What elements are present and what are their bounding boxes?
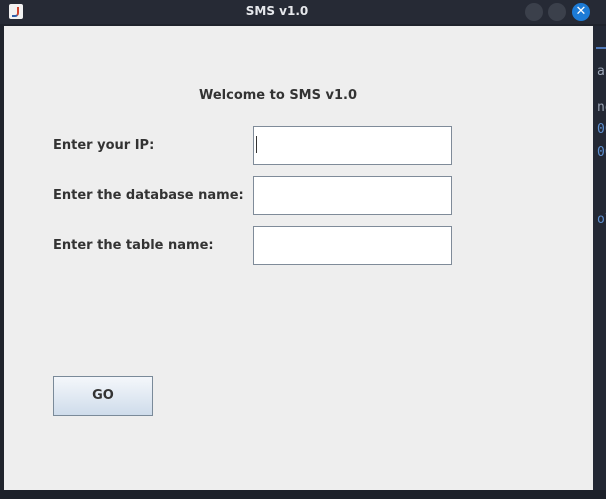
main-panel: Welcome to SMS v1.0 Enter your IP: Enter…	[4, 26, 593, 490]
background-window-text: 00	[597, 122, 606, 137]
desktop-bottom-strip	[0, 490, 606, 499]
desktop: ar ng 00 00 o7 SMS v1.0 ✕ Welcome to SMS…	[0, 0, 606, 499]
background-window-text: o7	[597, 212, 606, 227]
database-name-label: Enter the database name:	[53, 188, 244, 203]
maximize-button[interactable]	[548, 3, 566, 21]
close-icon: ✕	[575, 4, 587, 19]
close-button[interactable]: ✕	[572, 3, 590, 21]
database-name-input[interactable]	[253, 176, 452, 215]
table-name-input[interactable]	[253, 226, 452, 265]
background-window-text: ar	[597, 64, 606, 79]
ip-input[interactable]	[253, 126, 452, 165]
text-caret	[256, 136, 257, 153]
table-name-label: Enter the table name:	[53, 238, 214, 253]
background-window-text: ng	[597, 100, 606, 115]
background-window-text: 00	[597, 145, 606, 160]
background-window	[593, 26, 606, 499]
welcome-heading: Welcome to SMS v1.0	[198, 88, 358, 103]
minimize-button[interactable]	[525, 3, 543, 21]
window-title: SMS v1.0	[245, 4, 309, 18]
title-bar[interactable]: SMS v1.0 ✕	[0, 0, 606, 24]
go-button[interactable]: GO	[53, 376, 153, 416]
background-window-accent	[596, 47, 606, 49]
ip-label: Enter your IP:	[53, 138, 155, 153]
